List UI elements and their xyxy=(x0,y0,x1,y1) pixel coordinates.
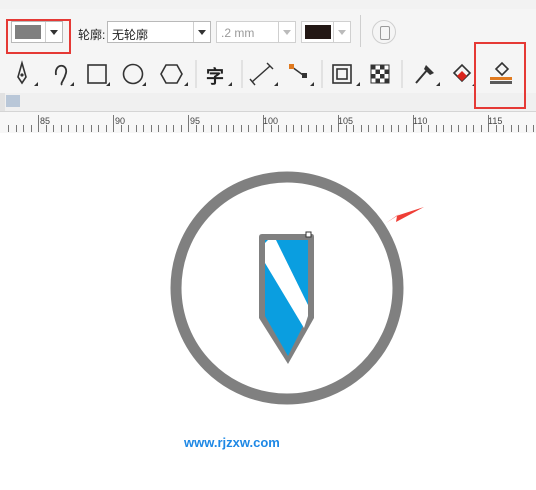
canvas-artwork xyxy=(170,171,424,405)
selection-handle[interactable] xyxy=(305,231,312,238)
red-arrow-annotation xyxy=(386,207,424,223)
fill-color-highlight xyxy=(6,19,71,54)
smart-fill-highlight xyxy=(474,42,526,109)
watermark-text: www.rjzxw.com xyxy=(184,435,280,450)
